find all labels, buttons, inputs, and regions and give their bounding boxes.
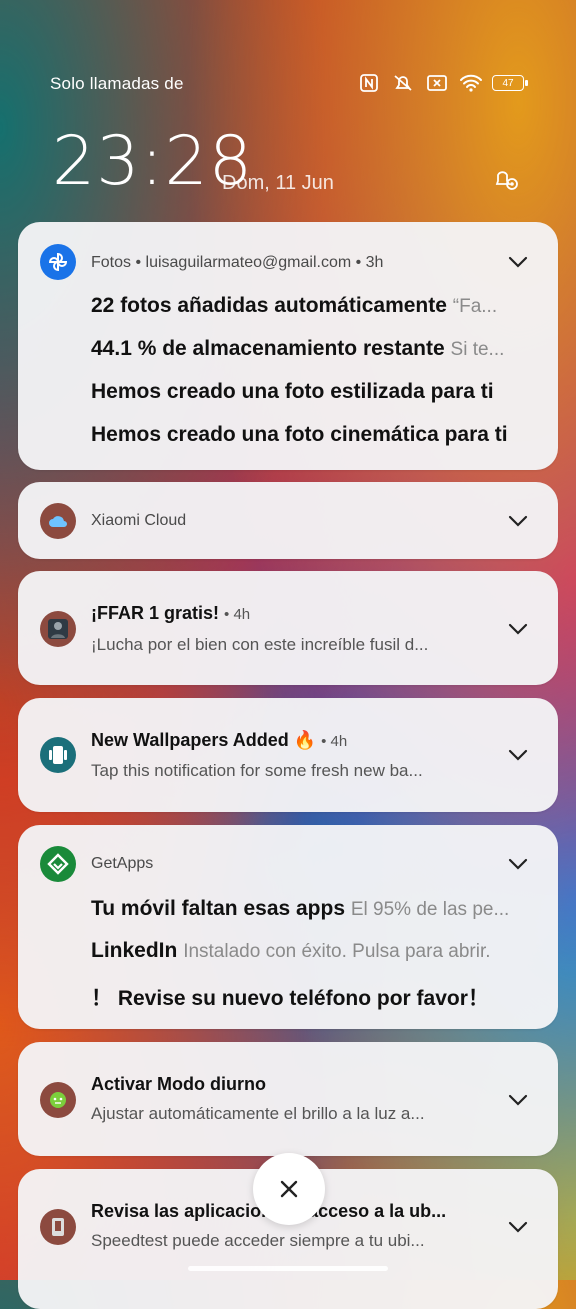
getapps-icon <box>40 846 76 882</box>
notification-line: Tu móvil faltan esas apps El 95% de las … <box>91 897 534 921</box>
notification-line: 22 fotos añadidas automáticamente “Fa... <box>91 294 534 318</box>
no-sim-icon <box>424 72 450 94</box>
notification-fotos[interactable]: Fotos • luisaguilarmateo@gmail.com • 3h … <box>18 222 558 470</box>
android-icon <box>40 1082 76 1118</box>
line-title: LinkedIn <box>91 939 178 962</box>
notification-body: Tap this notification for some fresh new… <box>91 761 423 780</box>
chevron-down-icon <box>508 1221 528 1233</box>
line-sub: “Fa... <box>452 296 498 317</box>
chevron-down-icon <box>508 256 528 268</box>
expand-button[interactable] <box>500 737 536 773</box>
clear-all-button[interactable] <box>253 1153 325 1225</box>
notification-body: Ajustar automáticamente el brillo a la l… <box>91 1104 425 1123</box>
expand-button[interactable] <box>500 503 536 539</box>
notification-xiaomi-cloud[interactable]: Xiaomi Cloud <box>18 482 558 559</box>
line-title: 44.1 % de almacenamiento restante <box>91 337 445 360</box>
notification-time: • 4h <box>224 606 251 623</box>
phone-icon <box>40 1209 76 1245</box>
chevron-down-icon <box>508 623 528 635</box>
expand-button[interactable] <box>500 244 536 280</box>
notification-line: Hemos creado una foto cinemática para ti <box>91 423 534 447</box>
pinwheel-icon <box>40 244 76 280</box>
line-sub: Instalado con éxito. Pulsa para abrir. <box>183 941 491 962</box>
expand-button[interactable] <box>500 1082 536 1118</box>
notification-line: ！ Revise su nuevo teléfono por favor！ <box>91 982 534 1012</box>
mute-icon <box>390 72 416 94</box>
expand-button[interactable] <box>500 611 536 647</box>
battery-icon: 47 <box>492 75 528 91</box>
notification-app-name: GetApps <box>91 855 154 872</box>
expand-button[interactable] <box>500 846 536 882</box>
line-title: 22 fotos añadidas automáticamente <box>91 294 447 317</box>
notification-header: Fotos • luisaguilarmateo@gmail.com • 3h <box>91 254 384 271</box>
close-icon <box>280 1180 298 1198</box>
line-title: ！ Revise su nuevo teléfono por favor！ <box>91 987 489 1010</box>
line-title: Hemos creado una foto cinemática para ti <box>91 423 508 446</box>
notification-settings-icon[interactable] <box>488 160 524 196</box>
wifi-icon <box>458 72 484 94</box>
notification-body: Speedtest puede acceder siempre a tu ubi… <box>91 1231 425 1250</box>
title-text: New Wallpapers Added 🔥 <box>91 730 317 750</box>
wallpaper-icon <box>40 737 76 773</box>
game-icon <box>40 611 76 647</box>
chevron-down-icon <box>508 515 528 527</box>
lockscreen-date: Dom, 11 Jun <box>222 172 334 194</box>
chevron-down-icon <box>508 1094 528 1106</box>
notification-line: LinkedIn Instalado con éxito. Pulsa para… <box>91 939 534 963</box>
nfc-icon <box>356 72 382 94</box>
notification-wallpapers[interactable]: New Wallpapers Added 🔥 • 4h Tap this not… <box>18 698 558 812</box>
line-sub: Si te... <box>450 339 505 360</box>
title-text: ¡FFAR 1 gratis! <box>91 603 220 623</box>
notification-ffar[interactable]: ¡FFAR 1 gratis! • 4h ¡Lucha por el bien … <box>18 571 558 685</box>
status-bar: Solo llamadas de 47 23:28 Dom, 11 Jun <box>0 0 576 196</box>
notification-body: ¡Lucha por el bien con este increíble fu… <box>91 635 429 654</box>
cloud-icon <box>40 503 76 539</box>
notification-daymode[interactable]: Activar Modo diurno Ajustar automáticame… <box>18 1042 558 1156</box>
notification-title: ¡FFAR 1 gratis! • 4h <box>91 603 250 624</box>
notification-title: Activar Modo diurno <box>91 1074 266 1094</box>
notification-line: Hemos creado una foto estilizada para ti <box>91 380 534 404</box>
chevron-down-icon <box>508 858 528 870</box>
status-icons: 47 <box>356 72 528 94</box>
carrier-label: Solo llamadas de <box>50 74 184 93</box>
notification-title: New Wallpapers Added 🔥 • 4h <box>91 730 347 751</box>
notification-time: • 4h <box>321 733 348 750</box>
home-indicator[interactable] <box>188 1266 388 1271</box>
line-title: Tu móvil faltan esas apps <box>91 897 346 920</box>
notification-getapps[interactable]: GetApps Tu móvil faltan esas apps El 95%… <box>18 825 558 1029</box>
notification-line: 44.1 % de almacenamiento restante Si te.… <box>91 337 534 361</box>
notification-app-name: Xiaomi Cloud <box>91 512 187 529</box>
expand-button[interactable] <box>500 1209 536 1245</box>
line-title: Hemos creado una foto estilizada para ti <box>91 380 494 403</box>
chevron-down-icon <box>508 749 528 761</box>
line-sub: El 95% de las pe... <box>350 899 510 920</box>
battery-level: 47 <box>502 77 514 89</box>
